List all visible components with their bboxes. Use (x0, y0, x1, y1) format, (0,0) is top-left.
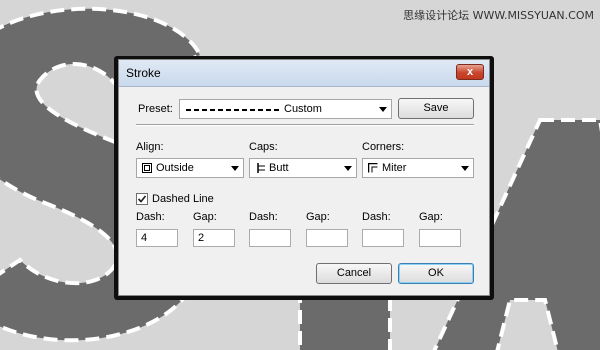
gap-1-label: Gap: (193, 211, 217, 223)
chevron-down-icon (379, 107, 387, 112)
gap-3-label: Gap: (419, 211, 443, 223)
separator (136, 124, 474, 126)
caps-value: Butt (269, 162, 289, 174)
align-value: Outside (156, 162, 194, 174)
gap-1-field[interactable]: 2 (193, 229, 235, 247)
checkmark-icon (137, 195, 147, 203)
corners-label: Corners: (362, 141, 405, 153)
corners-dropdown[interactable]: Miter (362, 158, 474, 178)
save-button[interactable]: Save (398, 98, 474, 119)
stroke-dialog: Stroke x Preset: Custom Save Align: Caps… (118, 59, 490, 296)
gap-3-field[interactable] (419, 229, 461, 247)
align-label: Align: (136, 141, 164, 153)
dash-1-field[interactable]: 4 (136, 229, 178, 247)
dialog-title: Stroke (126, 66, 161, 80)
align-dropdown[interactable]: Outside (136, 158, 244, 178)
dialog-titlebar[interactable]: Stroke x (119, 60, 489, 87)
cancel-button[interactable]: Cancel (316, 263, 392, 284)
ok-button[interactable]: OK (398, 263, 474, 284)
close-icon: x (466, 66, 474, 78)
cap-butt-icon (257, 163, 265, 173)
dash-1-label: Dash: (136, 211, 165, 223)
dash-3-label: Dash: (362, 211, 391, 223)
corners-value: Miter (382, 162, 407, 174)
dashed-line-label: Dashed Line (152, 193, 214, 205)
dashed-line-checkbox[interactable] (136, 193, 148, 205)
dash-2-label: Dash: (249, 211, 278, 223)
dash-2-field[interactable] (249, 229, 291, 247)
gap-2-label: Gap: (306, 211, 330, 223)
close-button[interactable]: x (456, 64, 484, 80)
chevron-down-icon (461, 166, 469, 171)
preset-dropdown[interactable]: Custom (179, 99, 392, 119)
chevron-down-icon (231, 166, 239, 171)
preset-value: Custom (284, 103, 322, 115)
gap-2-field[interactable] (306, 229, 348, 247)
align-outside-icon (142, 163, 152, 173)
chevron-down-icon (344, 166, 352, 171)
watermark-text: 思缘设计论坛 WWW.MISSYUAN.COM (403, 9, 594, 22)
dash-3-field[interactable] (362, 229, 404, 247)
preset-label: Preset: (138, 103, 173, 115)
caps-dropdown[interactable]: Butt (249, 158, 357, 178)
dashed-line-preview-icon (186, 109, 280, 111)
caps-label: Caps: (249, 141, 278, 153)
corner-miter-icon (368, 163, 378, 173)
